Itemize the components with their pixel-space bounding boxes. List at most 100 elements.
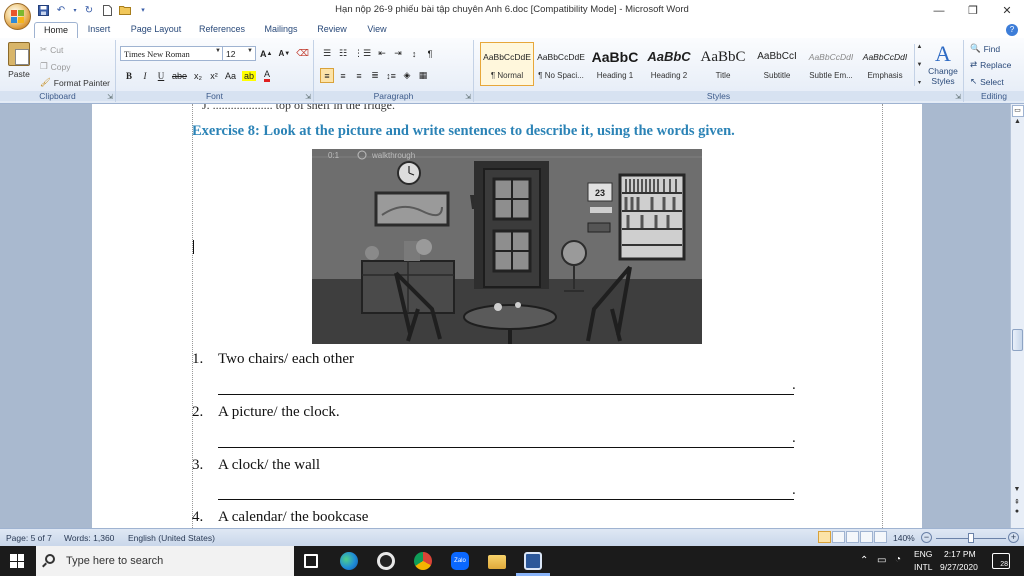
highlight-button[interactable]: ab (240, 68, 258, 83)
select-button[interactable]: ↖ Select (970, 76, 1004, 87)
media-player-icon[interactable] (377, 552, 395, 570)
paragraph-launcher-icon[interactable]: ⇲ (465, 93, 471, 101)
restore-button[interactable]: ❐ (956, 0, 990, 21)
clear-formatting-icon[interactable]: ⌫ (294, 46, 311, 61)
font-color-button[interactable]: A (260, 68, 274, 83)
replace-button[interactable]: ⇄ Replace (970, 59, 1011, 70)
full-screen-reading-view-icon[interactable] (832, 531, 845, 543)
strikethrough-button[interactable]: abe (170, 68, 189, 83)
clipboard-launcher-icon[interactable]: ⇲ (107, 93, 113, 101)
vertical-scrollbar[interactable]: ▭ ▲ ▼ ⇞ ● (1010, 104, 1024, 528)
format-painter-button[interactable]: 🖌 Format Painter (40, 77, 110, 88)
borders-icon[interactable]: ▦ (416, 68, 430, 83)
clock-date[interactable]: 9/27/2020 (940, 562, 978, 572)
tab-home[interactable]: Home (34, 22, 78, 38)
clock-time[interactable]: 2:17 PM (944, 549, 976, 559)
style-heading-1[interactable]: AaBbC Heading 1 (588, 42, 642, 86)
subscript-button[interactable]: x₂ (191, 68, 205, 83)
view-ruler-icon[interactable]: ▭ (1011, 105, 1024, 117)
page-indicator[interactable]: Page: 5 of 7 (6, 533, 52, 543)
bullets-icon[interactable]: ☰ (320, 46, 334, 61)
web-layout-view-icon[interactable] (846, 531, 859, 543)
document-page[interactable]: J. .................... top of shelf in … (92, 104, 922, 528)
outline-view-icon[interactable] (860, 531, 873, 543)
battery-icon[interactable]: ▭ (877, 555, 886, 566)
zoom-in-icon[interactable]: + (1008, 532, 1019, 543)
superscript-button[interactable]: x² (207, 68, 221, 83)
word-app-icon[interactable] (524, 552, 542, 570)
sort-icon[interactable]: ↕ (407, 46, 421, 61)
wifi-icon[interactable]: ◔ (895, 554, 901, 565)
tab-page-layout[interactable]: Page Layout (128, 22, 184, 38)
taskbar-search-box[interactable]: Type here to search (36, 546, 294, 576)
change-styles-button[interactable]: A Change Styles (926, 42, 960, 87)
font-launcher-icon[interactable]: ⇲ (305, 93, 311, 101)
tab-view[interactable]: View (362, 22, 392, 38)
copy-button[interactable]: ❐ Copy (40, 61, 70, 72)
style-normal[interactable]: AaBbCcDdE ¶ Normal (480, 42, 534, 86)
zoom-slider-thumb[interactable] (968, 533, 974, 543)
language-indicator[interactable]: English (United States) (128, 533, 215, 543)
change-case-button[interactable]: Aa (223, 68, 238, 83)
align-right-icon[interactable]: ≡ (352, 68, 366, 83)
close-button[interactable]: ✕ (990, 0, 1024, 21)
minimize-button[interactable]: — (922, 0, 956, 21)
grow-font-button[interactable]: A ▲ (258, 46, 274, 61)
increase-indent-icon[interactable]: ⇥ (391, 46, 405, 61)
task-view-icon[interactable] (304, 554, 318, 568)
answer-line-3[interactable] (218, 499, 794, 500)
shading-icon[interactable]: ◈ (400, 68, 414, 83)
shrink-font-button[interactable]: A ▼ (276, 46, 292, 61)
answer-line-2[interactable] (218, 447, 794, 448)
paste-button[interactable]: Paste (4, 42, 34, 88)
language-eng[interactable]: ENG (914, 549, 932, 559)
chrome-browser-icon[interactable] (414, 552, 432, 570)
styles-launcher-icon[interactable]: ⇲ (955, 93, 961, 101)
help-icon[interactable]: ? (1006, 24, 1018, 36)
draft-view-icon[interactable] (874, 531, 887, 543)
align-center-icon[interactable]: ≡ (336, 68, 350, 83)
windows-start-icon[interactable] (10, 554, 24, 568)
scrollbar-thumb[interactable] (1012, 329, 1023, 351)
tab-review[interactable]: Review (314, 22, 350, 38)
word-count[interactable]: Words: 1,360 (64, 533, 114, 543)
print-layout-view-icon[interactable] (818, 531, 831, 543)
file-explorer-icon[interactable] (488, 555, 506, 569)
justify-icon[interactable]: ≣ (368, 68, 382, 83)
document-area[interactable]: J. .................... top of shelf in … (0, 104, 1010, 528)
scroll-up-arrow-icon[interactable]: ▲ (1012, 118, 1024, 129)
font-name-select[interactable]: Times New Roman ▼ (120, 46, 224, 61)
tab-insert[interactable]: Insert (82, 22, 116, 38)
notification-center-icon[interactable]: 28 (992, 553, 1010, 569)
align-left-icon[interactable]: ≡ (320, 68, 334, 83)
scroll-up-icon[interactable]: ▲ (917, 44, 923, 50)
italic-button[interactable]: I (138, 68, 152, 83)
pilcrow-icon[interactable]: ¶ (423, 46, 437, 61)
style-emphasis[interactable]: AaBbCcDdI Emphasis (858, 42, 912, 86)
zoom-level[interactable]: 140% (893, 533, 915, 543)
find-button[interactable]: 🔍 Find (970, 43, 1000, 54)
tab-mailings[interactable]: Mailings (260, 22, 302, 38)
scroll-down-icon[interactable]: ▼ (917, 62, 923, 68)
scroll-down-arrow-icon[interactable]: ▼ (1011, 486, 1023, 497)
style-subtitle[interactable]: AaBbCcI Subtitle (750, 42, 804, 86)
office-button[interactable] (4, 3, 31, 30)
font-size-select[interactable]: 12 ▼ (222, 46, 256, 61)
zoom-out-icon[interactable]: − (921, 532, 932, 543)
style-no-spacing[interactable]: AaBbCcDdE ¶ No Spaci... (534, 42, 588, 86)
underline-button[interactable]: U (154, 68, 168, 83)
styles-gallery-scroll[interactable]: ▲ ▼ ▾ (914, 44, 924, 86)
style-heading-2[interactable]: AaBbC Heading 2 (642, 42, 696, 86)
tab-references[interactable]: References (196, 22, 248, 38)
style-title[interactable]: AaBbC Title (696, 42, 750, 86)
multilevel-list-icon[interactable]: ⋮☰ (352, 46, 373, 61)
style-subtle-emphasis[interactable]: AaBbCcDdI Subtle Em... (804, 42, 858, 86)
tray-chevron-up-icon[interactable]: ⌃ (860, 555, 868, 566)
language-intl[interactable]: INTL (914, 562, 932, 572)
more-styles-icon[interactable]: ▾ (918, 79, 921, 86)
answer-line-1[interactable] (218, 394, 794, 395)
edge-browser-icon[interactable] (340, 552, 358, 570)
bold-button[interactable]: B (122, 68, 136, 83)
decrease-indent-icon[interactable]: ⇤ (375, 46, 389, 61)
numbering-icon[interactable]: ☷ (336, 46, 350, 61)
